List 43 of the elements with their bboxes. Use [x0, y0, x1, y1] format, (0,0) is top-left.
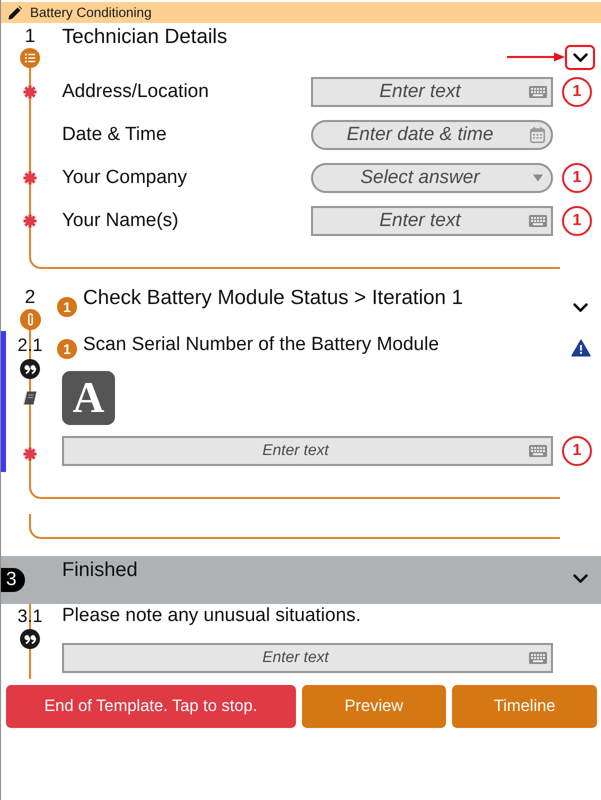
chevron-icon[interactable] — [573, 574, 588, 584]
field-label: Address/Location — [61, 80, 210, 102]
keyboard-icon — [529, 86, 547, 98]
field-label: Your Name(s) — [61, 210, 180, 232]
count-badge: 1 — [562, 76, 592, 106]
count-badge: 1 — [57, 339, 77, 359]
quote-icon — [20, 629, 40, 649]
count-badge: 1 — [562, 162, 592, 192]
field-label: Date & Time — [61, 124, 168, 146]
stop-button[interactable]: End of Template. Tap to stop. — [6, 685, 296, 728]
text-field[interactable]: Enter text — [311, 76, 553, 106]
chevron-icon[interactable] — [573, 53, 588, 63]
text-field[interactable]: Enter text — [62, 436, 553, 466]
form-title: Battery Conditioning — [30, 5, 152, 20]
dropdown-field[interactable]: Select answer — [311, 162, 553, 192]
action-button[interactable]: Timeline — [452, 685, 597, 728]
date-time-field[interactable]: Enter date & time — [311, 120, 553, 150]
list-icon — [20, 48, 40, 68]
field-label: Your Company — [61, 166, 188, 188]
clip-icon — [20, 309, 40, 330]
count-badge: 1 — [562, 436, 592, 466]
section-number: 1 — [24, 26, 36, 48]
count-badge: 1 — [57, 297, 77, 317]
section-title: Finished — [61, 559, 139, 581]
question-text: Please note any unusual situations. — [62, 605, 361, 627]
action-button[interactable]: Preview — [302, 685, 446, 728]
caret-icon — [533, 174, 543, 181]
count-badge: 1 — [562, 206, 592, 236]
calendar-icon — [530, 126, 545, 142]
pencil-icon — [8, 6, 22, 20]
answer-type-tile: A — [62, 371, 115, 425]
keyboard-icon — [529, 214, 547, 226]
chevron-icon[interactable] — [573, 303, 588, 313]
question-text: Scan Serial Number of the Battery Module — [83, 334, 439, 356]
text-field[interactable]: Enter text — [311, 206, 553, 236]
keyboard-icon — [529, 652, 547, 664]
section-number: 2 — [24, 287, 36, 309]
quote-icon — [20, 359, 40, 379]
section-title: Technician Details — [62, 26, 228, 48]
text-field[interactable]: Enter text — [62, 643, 553, 673]
section-title: Check Battery Module Status > Iteration 1 — [83, 287, 464, 309]
section-number: 3 — [1, 568, 25, 592]
keyboard-icon — [529, 445, 547, 457]
